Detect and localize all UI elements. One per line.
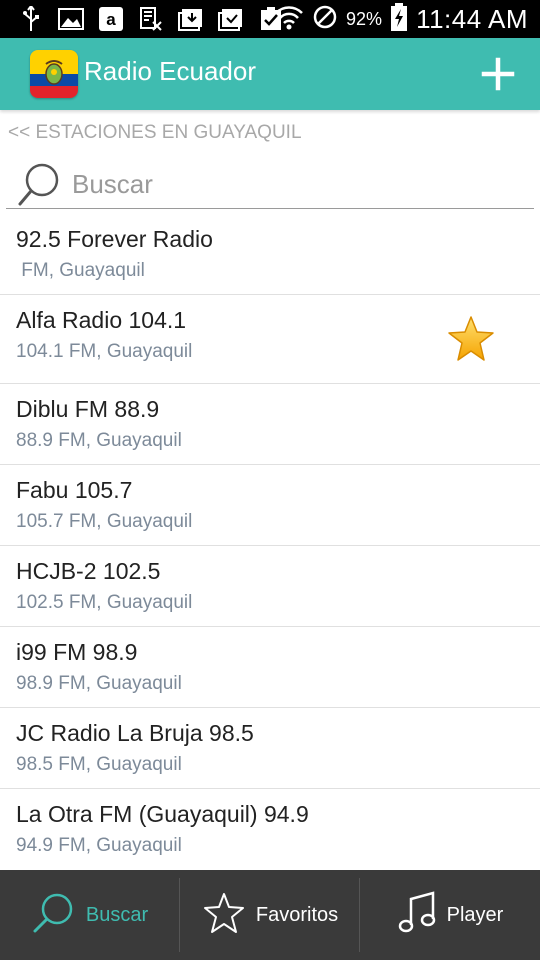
plus-icon — [481, 57, 515, 91]
tab-label: Player — [446, 903, 504, 926]
search-icon — [16, 162, 64, 208]
amazon-icon: a — [98, 6, 124, 32]
station-name: Diblu FM 88.9 — [16, 396, 160, 422]
station-row[interactable]: JC Radio La Bruja 98.5 98.5 FM, Guayaqui… — [0, 708, 540, 789]
app-bar: Radio Ecuador — [0, 38, 540, 110]
clock: 11:44 AM — [416, 3, 528, 34]
station-row[interactable]: La Otra FM (Guayaquil) 94.9 94.9 FM, Gua… — [0, 789, 540, 869]
ecuador-flag-icon — [30, 50, 78, 98]
status-bar: a 92% 11:44 AM — [0, 0, 540, 38]
image-icon — [58, 6, 84, 32]
usb-icon — [18, 6, 44, 32]
tab-favoritos[interactable]: Favoritos — [180, 870, 360, 960]
station-details: 102.5 FM, Guayaquil — [16, 592, 193, 613]
breadcrumb-back-link[interactable]: << ESTACIONES EN GUAYAQUIL — [8, 122, 302, 144]
station-row[interactable]: HCJB-2 102.5 102.5 FM, Guayaquil — [0, 546, 540, 627]
tab-label: Buscar — [85, 903, 149, 926]
notification-icons: a — [18, 6, 284, 32]
station-row[interactable]: Fabu 105.7 105.7 FM, Guayaquil — [0, 465, 540, 546]
search-input[interactable] — [70, 166, 514, 202]
download-icon — [178, 6, 204, 32]
station-details: 94.9 FM, Guayaquil — [16, 835, 182, 856]
station-name: i99 FM 98.9 — [16, 639, 138, 665]
add-button[interactable] — [480, 56, 516, 92]
tab-label: Favoritos — [255, 903, 339, 926]
station-details: 105.7 FM, Guayaquil — [16, 511, 193, 532]
search-box[interactable] — [6, 156, 534, 209]
battery-charging-icon — [390, 3, 408, 35]
bottom-navigation: Buscar Favoritos Player — [0, 870, 540, 960]
station-name: La Otra FM (Guayaquil) 94.9 — [16, 801, 309, 827]
station-row[interactable]: 92.5 Forever Radio FM, Guayaquil — [0, 214, 540, 295]
station-row[interactable]: i99 FM 98.9 98.9 FM, Guayaquil — [0, 627, 540, 708]
download-check-icon — [218, 6, 244, 32]
station-details: 98.5 FM, Guayaquil — [16, 754, 182, 775]
barcode-icon — [138, 6, 164, 32]
favorite-star-icon[interactable] — [446, 315, 496, 363]
station-details: FM, Guayaquil — [16, 260, 145, 281]
system-icons: 92% 11:44 AM — [274, 0, 528, 38]
music-note-icon — [397, 891, 437, 939]
wifi-icon — [274, 4, 304, 34]
station-row[interactable]: Diblu FM 88.9 88.9 FM, Guayaquil — [0, 384, 540, 465]
station-name: Alfa Radio 104.1 — [16, 307, 187, 333]
station-details: 88.9 FM, Guayaquil — [16, 430, 182, 451]
station-row[interactable]: Alfa Radio 104.1 104.1 FM, Guayaquil — [0, 295, 540, 384]
station-name: HCJB-2 102.5 — [16, 558, 161, 584]
station-name: JC Radio La Bruja 98.5 — [16, 720, 254, 746]
tab-player[interactable]: Player — [360, 870, 540, 960]
app-title: Radio Ecuador — [84, 56, 256, 86]
station-details: 104.1 FM, Guayaquil — [16, 341, 193, 362]
do-not-disturb-icon — [312, 4, 338, 34]
station-name: Fabu 105.7 — [16, 477, 133, 503]
star-outline-icon — [202, 892, 246, 938]
svg-text:a: a — [106, 10, 116, 29]
station-details: 98.9 FM, Guayaquil — [16, 673, 182, 694]
search-icon — [32, 892, 76, 938]
station-list: 92.5 Forever Radio FM, Guayaquil Alfa Ra… — [0, 214, 540, 869]
battery-percent: 92% — [346, 8, 383, 29]
tab-buscar[interactable]: Buscar — [0, 870, 180, 960]
station-name: 92.5 Forever Radio — [16, 226, 213, 252]
